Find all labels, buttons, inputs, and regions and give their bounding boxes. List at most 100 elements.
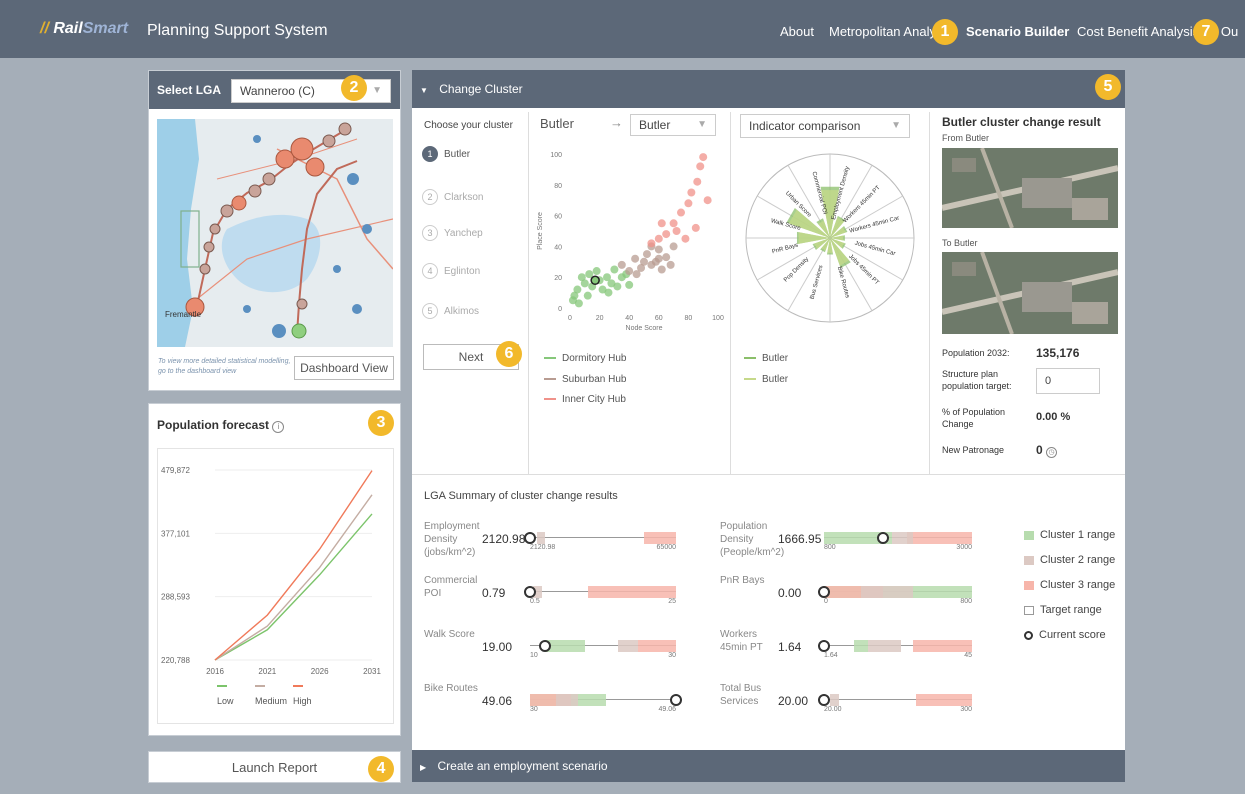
- legend-label: High: [293, 696, 312, 706]
- current-score-marker: [818, 586, 830, 598]
- change-cluster-header[interactable]: ▼ Change Cluster: [412, 70, 1125, 108]
- callout-badge-1: 1: [932, 19, 958, 45]
- map-station-marker[interactable]: [231, 195, 247, 211]
- cluster-option-yanchep[interactable]: 3 Yanchep: [422, 225, 483, 243]
- map-station-marker[interactable]: [290, 137, 314, 161]
- map-station-marker[interactable]: [203, 241, 215, 253]
- scatter-point: [580, 279, 589, 288]
- summary-legend-item: Target range: [1024, 603, 1102, 617]
- cluster-range-c2: [617, 640, 639, 652]
- scatter-point: [684, 199, 693, 208]
- scatter-point: [625, 280, 634, 289]
- callout-badge-3: 3: [368, 410, 394, 436]
- indicator-radar-chart: Employment DensityWorkers 45min PTWorker…: [745, 153, 915, 323]
- scatter-point: [699, 153, 708, 162]
- current-score-marker: [670, 694, 682, 706]
- scatter-point: [696, 162, 705, 171]
- launch-report-button[interactable]: Launch Report: [148, 751, 401, 783]
- new-patronage-number: 0: [1036, 443, 1043, 457]
- app-title: Planning Support System: [147, 22, 328, 39]
- summary-indicator-value: 1.64: [778, 640, 802, 654]
- structure-plan-target-input[interactable]: [1036, 368, 1100, 394]
- employment-scenario-header[interactable]: ▶ Create an employment scenario: [412, 750, 1125, 782]
- summary-range-track: 20.00 300: [818, 694, 972, 713]
- map-station-marker[interactable]: [338, 122, 352, 136]
- summary-indicator-label: Bike Routes: [424, 683, 478, 694]
- summary-legend-item: Cluster 3 range: [1024, 578, 1115, 592]
- selected-cluster-point: [590, 275, 600, 286]
- map-station-marker[interactable]: [262, 172, 276, 186]
- range-max-label: 65000: [656, 544, 676, 551]
- summary-indicator-value: 20.00: [778, 694, 809, 708]
- scatter-point: [654, 254, 663, 263]
- aerial-building: [952, 158, 976, 172]
- node-place-scatter-chart: 0 20 40 60 80 100 0 20 40 60 80 100 Node Score Place …: [537, 152, 724, 332]
- to-aerial-image: [942, 252, 1118, 334]
- x-tick-label: 2031: [363, 667, 381, 676]
- cluster-option-alkimos[interactable]: 5 Alkimos: [422, 303, 479, 321]
- cluster-number: 1: [422, 146, 438, 162]
- indicator-comparison-select[interactable]: Indicator comparison ▼: [740, 114, 910, 138]
- scatter-point: [632, 270, 641, 279]
- map-station-marker[interactable]: [322, 134, 336, 148]
- dashboard-view-button[interactable]: Dashboard View: [294, 356, 394, 380]
- map-bus-marker[interactable]: [352, 304, 362, 314]
- map-bus-marker[interactable]: [362, 224, 372, 234]
- map-station-marker[interactable]: [199, 263, 211, 275]
- map-bus-marker[interactable]: [243, 305, 251, 313]
- clock-icon[interactable]: ◷: [1046, 447, 1058, 458]
- nav-about[interactable]: About: [780, 24, 814, 39]
- lga-map[interactable]: Fremantle: [157, 119, 393, 347]
- map-station-marker[interactable]: [248, 184, 262, 198]
- y-tick-label: 80: [554, 183, 562, 190]
- x-tick-label: 80: [685, 315, 693, 322]
- y-tick-label: 377,101: [161, 529, 190, 538]
- legend-label: Inner City Hub: [562, 394, 626, 405]
- summary-indicator-value: 2120.98: [482, 532, 526, 546]
- callout-badge-6: 6: [496, 341, 522, 367]
- map-bus-marker[interactable]: [347, 173, 359, 185]
- scatter-point: [604, 288, 613, 297]
- lga-select-value: Wanneroo (C): [240, 84, 315, 98]
- range-max-label: 45: [964, 652, 972, 659]
- railsmart-logo[interactable]: // RailSmart: [40, 20, 128, 38]
- map-station-marker[interactable]: [291, 323, 307, 339]
- map-station-marker[interactable]: [296, 298, 308, 310]
- aerial-building: [1072, 302, 1108, 324]
- legend-swatch: [1024, 630, 1033, 640]
- nav-cost-benefit-analysis[interactable]: Cost Benefit Analysis: [1077, 24, 1199, 39]
- range-min-label: 10: [530, 652, 538, 659]
- map-station-marker[interactable]: [209, 223, 221, 235]
- legend-label: Cluster 3 range: [1040, 579, 1116, 591]
- summary-indicator-value: 0.79: [482, 586, 506, 600]
- map-station-marker[interactable]: [220, 204, 234, 218]
- map-bus-marker[interactable]: [253, 135, 261, 143]
- scatter-point: [703, 196, 712, 205]
- nav-metropolitan-analysis[interactable]: Metropolitan Analy: [829, 24, 936, 39]
- nav-scenario-builder[interactable]: Scenario Builder: [966, 24, 1069, 39]
- info-icon[interactable]: i: [272, 421, 285, 433]
- logo-rail: Rail: [53, 20, 83, 37]
- legend-label: Cluster 2 range: [1040, 554, 1116, 566]
- cluster-range-c3: [638, 640, 676, 652]
- chart-frame: [157, 448, 394, 724]
- map-bus-marker[interactable]: [333, 265, 341, 273]
- summary-indicator-label: Total Bus Services: [720, 683, 762, 707]
- cluster-number: 4: [422, 263, 438, 279]
- lga-select[interactable]: Wanneroo (C) ▼: [231, 79, 391, 103]
- map-station-marker[interactable]: [305, 157, 325, 177]
- choose-cluster-label: Choose your cluster: [424, 120, 513, 131]
- summary-indicator-value: 19.00: [482, 640, 513, 654]
- cluster-option-clarkson[interactable]: 2 Clarkson: [422, 189, 483, 207]
- summary-range-track: 0 800: [818, 586, 972, 605]
- cluster-name: Clarkson: [444, 192, 484, 203]
- to-cluster-select[interactable]: Butler ▼: [630, 114, 716, 136]
- cluster-option-butler[interactable]: 1 Butler: [422, 146, 470, 164]
- cluster-range-c3: [588, 586, 676, 598]
- cluster-name: Yanchep: [444, 228, 483, 239]
- cluster-option-eglinton[interactable]: 4 Eglinton: [422, 263, 480, 281]
- map-bus-marker[interactable]: [272, 324, 286, 338]
- current-score-marker: [818, 694, 830, 706]
- scatter-point: [691, 223, 700, 232]
- lga-panel: Select LGA Wanneroo (C) ▼ Fremantle To v…: [148, 70, 401, 391]
